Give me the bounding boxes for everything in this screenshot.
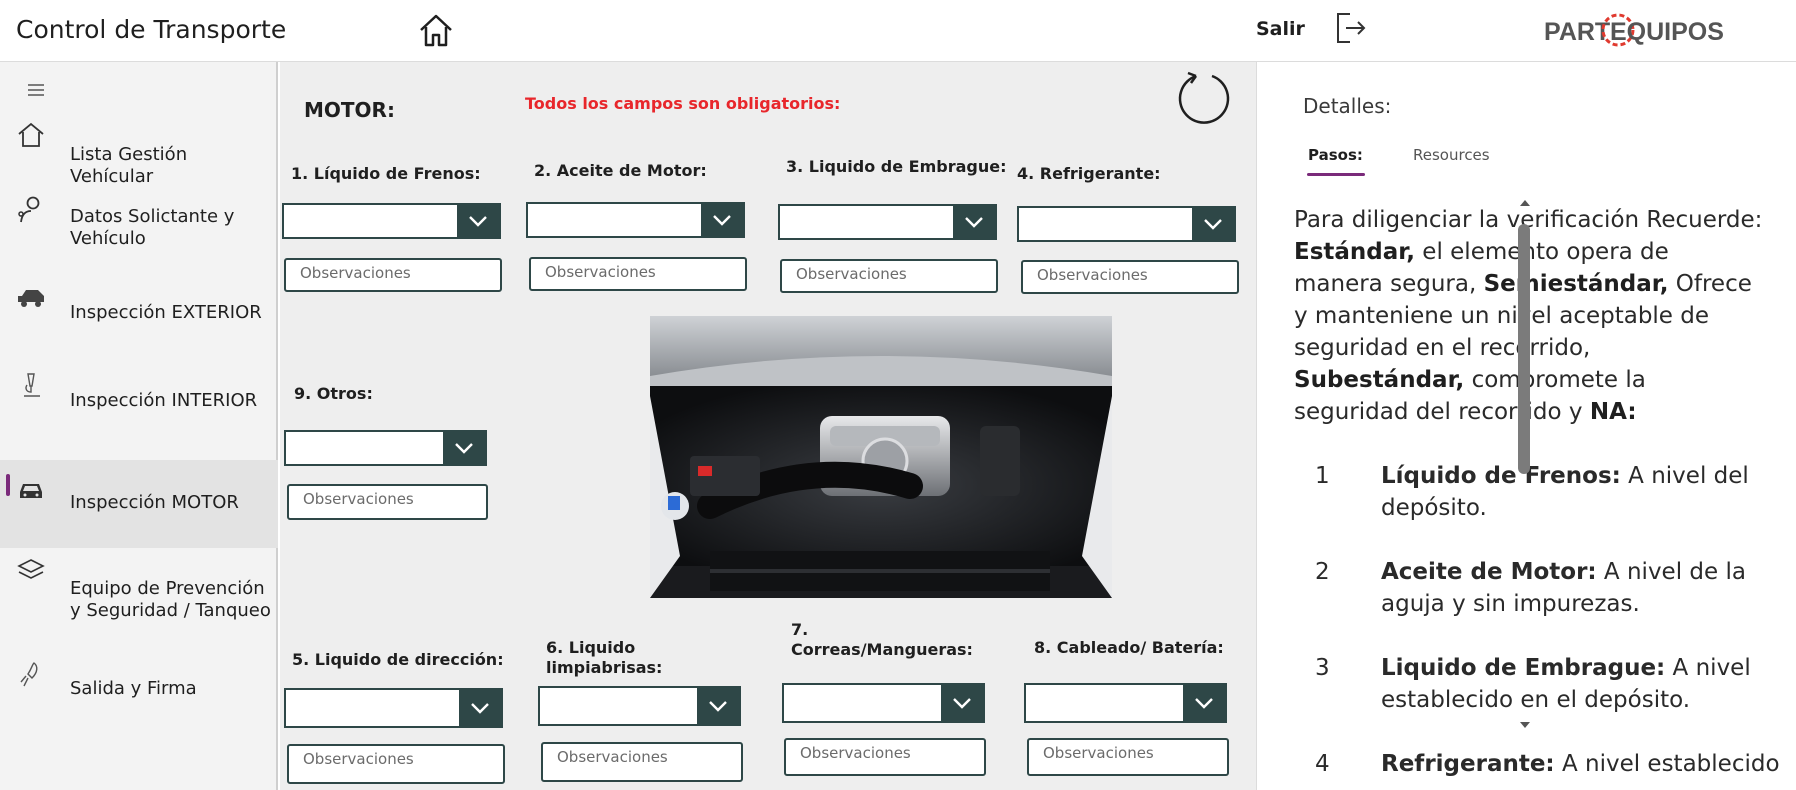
nav-item-inspeccion-motor[interactable]: Inspección MOTOR (0, 460, 278, 548)
section-title: MOTOR: (304, 98, 395, 122)
term-semiestandar: Semiestándar, (1483, 271, 1669, 297)
field-label-otros: 9. Otros: (294, 384, 373, 403)
observations-input-refrigerante[interactable]: Observaciones (1021, 260, 1239, 294)
step-text: Refrigerante: A nivel establecido en (1381, 748, 1791, 790)
nav-item-equipo-prevencion[interactable]: Equipo de Prevención y Seguridad / Tanqu… (0, 548, 278, 636)
left-nav: Lista Gestión Vehícular Datos Solictante… (0, 62, 278, 790)
step-number: 1 (1315, 463, 1330, 489)
dropdown-refrigerante[interactable] (1017, 206, 1236, 242)
logout-icon[interactable] (1332, 10, 1368, 46)
step-number: 3 (1315, 655, 1330, 681)
dropdown-liquido-embrague[interactable] (778, 204, 997, 240)
chevron-down-icon (443, 432, 485, 464)
step-term: Aceite de Motor: (1381, 559, 1597, 585)
scrollbar-thumb[interactable] (1518, 224, 1530, 474)
term-estandar: Estándar, (1294, 239, 1415, 265)
field-label-aceite-motor: 2. Aceite de Motor: (534, 161, 707, 180)
active-indicator (6, 474, 10, 496)
step-term: Líquido de Frenos: (1381, 463, 1621, 489)
partequipos-logo: PART EQUIPOS (1544, 12, 1734, 50)
car-icon (16, 474, 46, 504)
observations-input-correas-mangueras[interactable]: Observaciones (784, 738, 986, 776)
step-text: Líquido de Frenos: A nivel del depósito. (1381, 460, 1791, 524)
nav-item-label: Inspección EXTERIOR (70, 302, 262, 323)
chevron-down-icon (1192, 208, 1234, 240)
app-header: Control de Transporte Salir PART EQUIPOS (0, 0, 1796, 62)
step-text: Aceite de Motor: A nivel de la aguja y s… (1381, 556, 1791, 620)
dropdown-liquido-direccion[interactable] (284, 688, 503, 728)
tab-pasos[interactable]: Pasos: (1308, 146, 1363, 164)
chevron-down-icon (459, 690, 501, 726)
nav-item-label: Inspección INTERIOR (70, 390, 258, 411)
observations-input-liquido-frenos[interactable]: Observaciones (284, 258, 502, 292)
chevron-down-icon (457, 205, 499, 237)
active-tab-indicator (1307, 173, 1365, 176)
observations-input-cableado-bateria[interactable]: Observaciones (1027, 738, 1229, 776)
field-label-liquido-embrague: 3. Liquido de Embrague: (786, 157, 1007, 176)
nav-item-inspeccion-interior[interactable]: Inspección INTERIOR (0, 370, 278, 458)
nav-item-label: Salida y Firma (70, 678, 197, 699)
dropdown-correas-mangueras[interactable] (782, 683, 985, 723)
required-note: Todos los campos son obligatorios: (525, 94, 841, 113)
field-label-liquido-frenos: 1. Líquido de Frenos: (291, 164, 481, 183)
field-label-liquido-direccion: 5. Liquido de dirección: (292, 650, 504, 669)
field-label-liquido-limpiabrisas: 6. Liquido limpiabrisas: (546, 638, 663, 677)
dropdown-otros[interactable] (284, 430, 487, 466)
step-term: Refrigerante: (1381, 751, 1555, 777)
nav-item-inspeccion-exterior[interactable]: Inspección EXTERIOR (0, 282, 278, 370)
nav-item-label: Datos Solictante y Vehículo (70, 206, 235, 249)
dropdown-liquido-limpiabrisas[interactable] (538, 686, 741, 726)
dropdown-liquido-frenos[interactable] (282, 203, 501, 239)
details-title: Detalles: (1303, 94, 1392, 118)
field-label-refrigerante: 4. Refrigerante: (1017, 164, 1161, 183)
chevron-down-icon (953, 206, 995, 238)
step-text: Liquido de Embrague: A nivel establecido… (1381, 652, 1791, 716)
nav-item-salida-firma[interactable]: Salida y Firma (0, 636, 278, 724)
term-subestandar: Subestándar, (1294, 367, 1465, 393)
step-number: 4 (1315, 751, 1330, 777)
chevron-down-icon (697, 688, 739, 724)
home-icon[interactable] (414, 8, 458, 52)
truck-icon (16, 282, 46, 312)
observations-input-otros[interactable]: Observaciones (287, 484, 488, 520)
nav-item-lista-gestion[interactable]: Lista Gestión Vehícular (0, 106, 278, 194)
chevron-down-icon (701, 204, 743, 236)
nav-item-label: Equipo de Prevención y Seguridad / Tanqu… (70, 578, 271, 621)
dropdown-cableado-bateria[interactable] (1024, 683, 1227, 723)
refresh-icon[interactable] (1176, 70, 1232, 126)
logout-label[interactable]: Salir (1256, 18, 1305, 40)
app-title: Control de Transporte (16, 15, 287, 44)
step-number: 2 (1315, 559, 1330, 585)
field-label-cableado-bateria: 8. Cableado/ Batería: (1034, 638, 1224, 657)
motor-inspection-form: MOTOR: Todos los campos son obligatorios… (280, 62, 1256, 790)
layers-icon (16, 556, 46, 586)
engine-bay-photo (650, 316, 1112, 598)
rocket-icon (16, 660, 46, 690)
observations-input-aceite-motor[interactable]: Observaciones (529, 257, 747, 291)
tab-resources[interactable]: Resources (1413, 146, 1490, 164)
observations-input-liquido-direccion[interactable]: Observaciones (287, 744, 505, 784)
nav-item-datos-solicitante[interactable]: Datos Solictante y Vehículo (0, 194, 278, 282)
term-na: NA: (1589, 399, 1637, 425)
field-label-correas-mangueras: 7. Correas/Mangueras: (791, 620, 973, 659)
svg-text:PART: PART (1544, 18, 1610, 46)
chevron-down-icon (941, 685, 983, 721)
observations-input-liquido-limpiabrisas[interactable]: Observaciones (541, 742, 743, 782)
nav-item-label: Inspección MOTOR (70, 492, 239, 513)
hamburger-menu-icon[interactable] (26, 82, 48, 96)
nav-item-label: Lista Gestión Vehícular (70, 144, 188, 187)
dropdown-aceite-motor[interactable] (526, 202, 745, 238)
home-icon (16, 120, 46, 150)
microscope-icon (16, 370, 46, 400)
observations-input-liquido-embrague[interactable]: Observaciones (780, 259, 998, 293)
user-icon (16, 194, 46, 224)
chevron-down-icon (1183, 685, 1225, 721)
svg-text:EQUIPOS: EQUIPOS (1610, 18, 1724, 46)
